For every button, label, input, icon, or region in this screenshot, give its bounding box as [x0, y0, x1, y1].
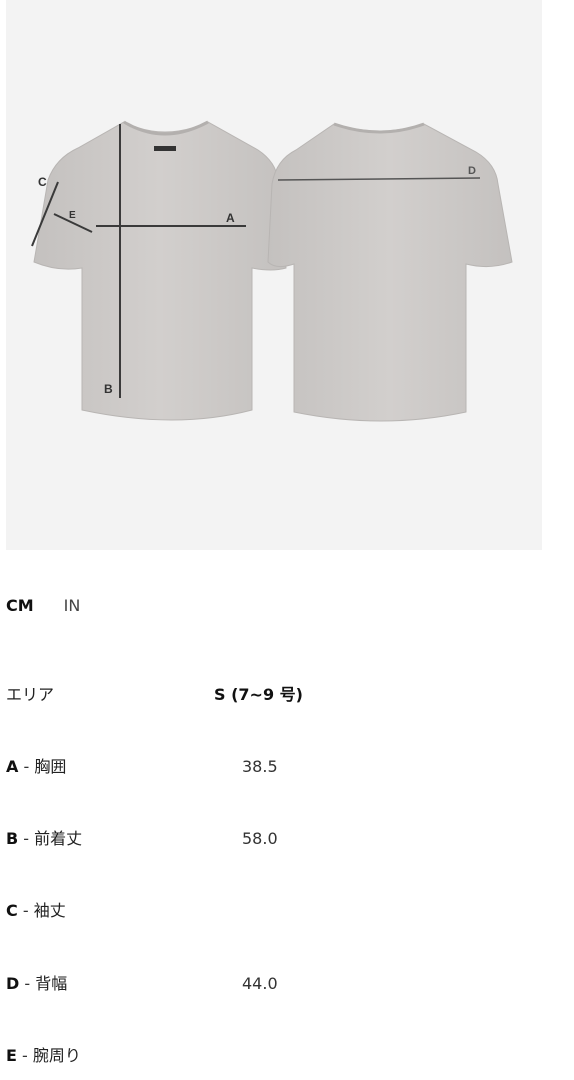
measurement-name: 胸囲 [34, 757, 67, 776]
table-row: D - 背幅 44.0 [6, 972, 566, 996]
separator: - [18, 829, 35, 848]
table-row: C - 袖丈 [6, 899, 566, 923]
label-a: A [226, 211, 235, 225]
unit-cm-tab[interactable]: CM [6, 596, 34, 615]
label-c: C [38, 175, 47, 189]
measurement-label: C - 袖丈 [6, 899, 66, 923]
measurement-name: 腕周り [32, 1046, 81, 1065]
measurement-letter: C [6, 901, 18, 920]
measurement-letter: D [6, 974, 20, 993]
table-row: B - 前着丈 58.0 [6, 827, 566, 851]
separator: - [18, 757, 35, 776]
separator: - [19, 974, 36, 993]
measurement-name: 背幅 [35, 974, 68, 993]
measurement-letter: B [6, 829, 19, 848]
measurement-value: 38.5 [242, 757, 278, 776]
brand-label [154, 146, 176, 151]
measurement-label: D - 背幅 [6, 972, 67, 996]
separator: - [17, 901, 34, 920]
table-row: A - 胸囲 38.5 [6, 755, 566, 779]
size-guide-image: A B C D E [6, 0, 542, 550]
label-d: D [468, 165, 476, 177]
measurement-label: A - 胸囲 [6, 755, 66, 779]
tshirt-measurement-illustration: A B C D E [31, 120, 513, 422]
measurement-value: 58.0 [242, 829, 278, 848]
measurement-label: B - 前着丈 [6, 827, 82, 851]
tshirt-front [33, 121, 287, 421]
separator: - [16, 1046, 33, 1065]
measurement-value: 44.0 [242, 974, 278, 993]
measurement-letter: A [6, 757, 19, 776]
measurement-letter: E [6, 1046, 17, 1065]
size-column-header: S (7~9 号) [214, 685, 303, 704]
size-table-header: エリア S (7~9 号) [6, 683, 566, 707]
label-e: E [69, 210, 76, 221]
area-column-header: エリア [6, 685, 55, 704]
measurement-name: 袖丈 [33, 901, 66, 920]
label-b: B [104, 382, 113, 396]
table-row: E - 腕周り [6, 1044, 566, 1068]
unit-in-tab[interactable]: IN [64, 596, 81, 615]
measurement-name: 前着丈 [34, 829, 83, 848]
measurement-label: E - 腕周り [6, 1044, 81, 1068]
unit-switcher: CM IN [6, 594, 80, 616]
